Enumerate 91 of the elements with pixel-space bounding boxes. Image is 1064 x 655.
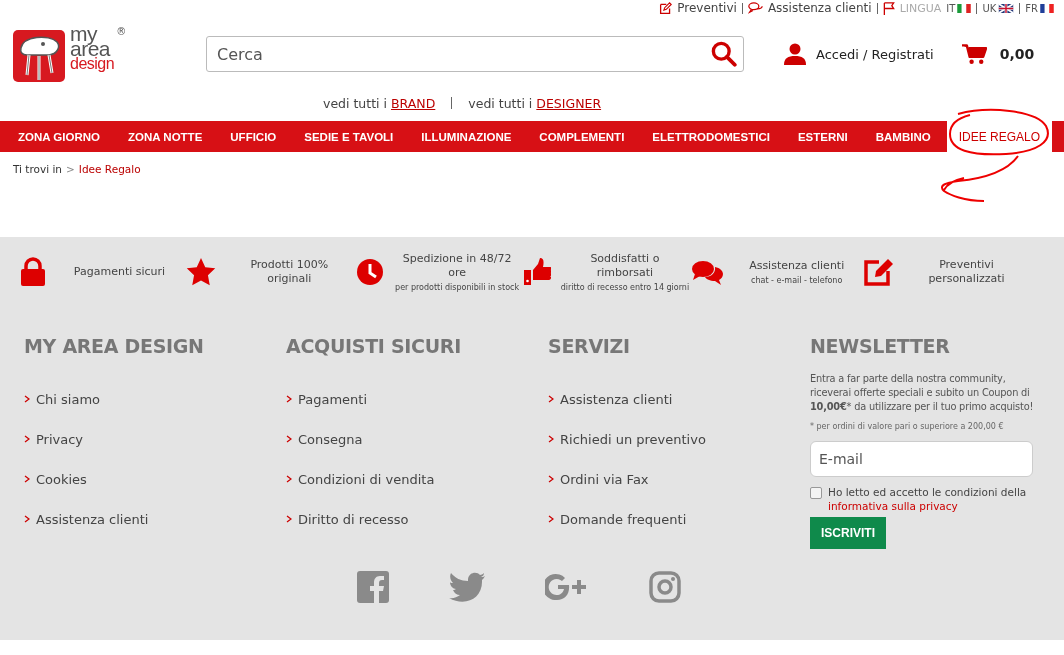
- logo-text: design: [70, 56, 115, 71]
- facebook-icon[interactable]: [357, 571, 389, 603]
- user-icon: [784, 43, 806, 65]
- feature-title: Prodotti 100% originali: [249, 258, 330, 286]
- chevron-icon: [286, 515, 292, 523]
- browse-label: vedi tutti i: [468, 95, 533, 111]
- chevron-icon: [548, 475, 554, 483]
- feature-title: Spedizione in 48/72 ore: [401, 252, 513, 280]
- browse-link[interactable]: DESIGNER: [536, 95, 602, 111]
- nav-tab[interactable]: ILLUMINAZIONE: [409, 121, 524, 152]
- nav-tab[interactable]: BAMBINO: [863, 121, 943, 152]
- subscribe-button[interactable]: ISCRIVITI: [810, 517, 886, 549]
- uk-flag-icon: [998, 3, 1015, 13]
- chevron-icon: [548, 515, 554, 523]
- column-heading: SERVIZI: [548, 335, 631, 357]
- breadcrumb-separator: >: [66, 163, 75, 177]
- edit-icon: [659, 1, 673, 15]
- newsletter-heading: NEWSLETTER: [810, 335, 951, 357]
- edit-icon: [863, 258, 893, 286]
- search-field[interactable]: Cerca: [206, 36, 744, 72]
- nav-tab[interactable]: ESTERNI: [785, 121, 860, 152]
- footer-link[interactable]: Cookies: [36, 471, 87, 487]
- footer-link[interactable]: Ordini via Fax: [560, 471, 649, 487]
- consent-text: Ho letto ed accetto le condizioni della informativa sulla privacy: [828, 485, 1028, 513]
- footer-link[interactable]: Privacy: [36, 431, 84, 447]
- footer-link[interactable]: Richiedi un preventivo: [560, 431, 706, 447]
- footer-link[interactable]: Consegna: [298, 431, 363, 447]
- newsletter-footnote: * per ordini di valore pari o superiore a 200,00 €: [810, 422, 1005, 431]
- privacy-link[interactable]: informativa sulla privacy: [828, 500, 958, 512]
- logo[interactable]: my area design ®: [13, 26, 133, 82]
- cart-button[interactable]: 0,00: [961, 43, 1035, 65]
- top-link[interactable]: Preventivi: [659, 1, 737, 15]
- consent-checkbox[interactable]: [810, 487, 822, 499]
- nav-tab[interactable]: ELETTRODOMESTICI: [640, 121, 782, 152]
- breadcrumb-link[interactable]: Idee Regalo: [78, 163, 141, 237]
- login-link[interactable]: Accedi / Registrati: [784, 43, 934, 65]
- browse-link[interactable]: BRAND: [391, 95, 436, 111]
- footer-link[interactable]: Condizioni di vendita: [298, 471, 435, 487]
- feature-title: Assistenza clienti: [749, 259, 845, 273]
- nav-tab[interactable]: UFFICIO: [218, 121, 289, 152]
- chevron-icon: [24, 475, 30, 483]
- column-heading: MY AREA DESIGN: [24, 335, 205, 357]
- footer-link[interactable]: Pagamenti: [298, 391, 368, 407]
- chat-bubbles-icon: [691, 259, 724, 285]
- feature-subtitle: per prodotti disponibili in stock: [395, 283, 520, 292]
- flag-icon: [882, 1, 895, 15]
- footer-link[interactable]: Diritto di recesso: [298, 511, 409, 527]
- nav-tab[interactable]: IDEE REGALO: [946, 121, 1052, 152]
- feature-title: Pagamenti sicuri: [73, 265, 166, 279]
- feature-subtitle: chat - e-mail - telefono: [751, 276, 843, 285]
- cart-icon: [961, 43, 987, 65]
- column-heading: ACQUISTI SICURI: [286, 335, 462, 357]
- chevron-icon: [286, 395, 292, 403]
- chat-icon: [747, 2, 763, 14]
- star-icon: [185, 258, 216, 286]
- nav-tab[interactable]: SEDIE E TAVOLI: [292, 121, 406, 152]
- google-plus-icon[interactable]: [545, 574, 589, 600]
- clock-icon: [355, 258, 384, 286]
- nav-tab[interactable]: ZONA GIORNO: [6, 121, 112, 152]
- feature-subtitle: diritto di recesso entro 14 giorni: [560, 283, 690, 292]
- footer-link[interactable]: Chi siamo: [36, 391, 101, 407]
- feature-title: Preventivi personalizzati: [927, 258, 1006, 286]
- lock-icon: [20, 257, 46, 287]
- top-link[interactable]: Assistenza clienti: [747, 1, 872, 15]
- chevron-icon: [24, 435, 30, 443]
- thumbs-up-icon: [523, 258, 552, 286]
- footer-link[interactable]: Domande frequenti: [560, 511, 687, 527]
- chevron-icon: [548, 435, 554, 443]
- instagram-icon[interactable]: [649, 571, 681, 603]
- footer-link[interactable]: Assistenza clienti: [560, 391, 673, 407]
- breadcrumb-label: Ti trovi in: [13, 163, 62, 177]
- nav-tab[interactable]: ZONA NOTTE: [116, 121, 215, 152]
- newsletter-text: Entra a far parte della nostra community, riceverai offerte speciali e subito un Coupon di 10,00€* da utilizzare per il tuo primo acquisto!: [810, 372, 1035, 414]
- chevron-icon: [24, 395, 30, 403]
- chevron-icon: [24, 515, 30, 523]
- footer-link[interactable]: Assistenza clienti: [36, 511, 149, 527]
- feature-title: Soddisfatti o rimborsati: [589, 252, 661, 280]
- language-link[interactable]: IT: [946, 2, 972, 14]
- search-icon[interactable]: [710, 40, 737, 67]
- twitter-icon[interactable]: [449, 572, 485, 602]
- france-flag-icon: [1040, 3, 1054, 13]
- chevron-icon: [286, 435, 292, 443]
- chevron-icon: [286, 475, 292, 483]
- browse-label: vedi tutti i: [323, 95, 387, 111]
- nav-tab[interactable]: COMPLEMENTI: [527, 121, 637, 152]
- chevron-icon: [548, 395, 554, 403]
- language-link[interactable]: UK: [982, 2, 1015, 14]
- italy-flag-icon: [957, 3, 972, 13]
- language-link[interactable]: FR: [1025, 2, 1054, 14]
- email-field[interactable]: E-mail: [810, 441, 1033, 477]
- registered-mark: ®: [116, 26, 127, 37]
